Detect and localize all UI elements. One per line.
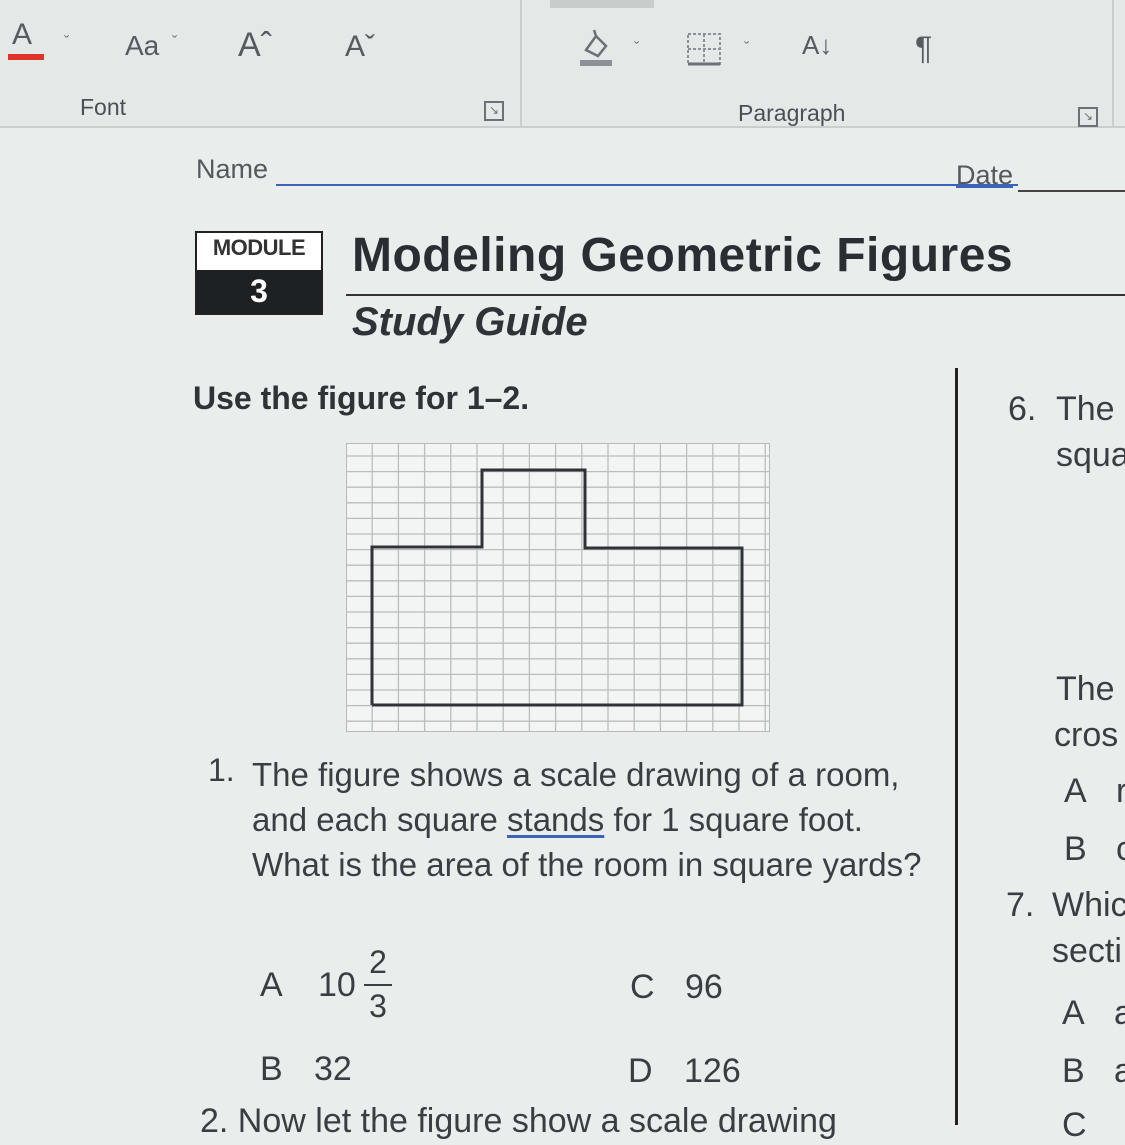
borders-dropdown-icon[interactable]: ˇ: [744, 40, 749, 58]
ribbon: A ˇ Aa ˇ Aˆ Aˇ Font ↘ ˇ ˇ A↓ ¶ Paragraph…: [0, 0, 1125, 128]
ribbon-separator: [520, 0, 522, 126]
option-b-value: 32: [314, 1050, 352, 1088]
title-rule: [346, 294, 1125, 296]
ribbon-separator: [1112, 0, 1114, 126]
date-label: Date: [956, 160, 1014, 190]
show-formatting-marks-icon[interactable]: ¶: [915, 30, 932, 67]
question-6-option-a: A: [1064, 772, 1087, 810]
question-7-text-line2: secti: [1052, 932, 1122, 970]
module-badge: MODULE 3: [195, 231, 323, 315]
shading-icon[interactable]: [578, 28, 614, 73]
question-6-text-line4: cros: [1054, 716, 1119, 754]
option-c-letter: C: [630, 968, 655, 1006]
room-scale-figure: [346, 443, 770, 732]
module-word: MODULE: [212, 235, 306, 260]
option-c-value: 96: [685, 968, 723, 1006]
question-7-number: 7.: [1006, 886, 1035, 924]
ribbon-tab-edge: [550, 0, 654, 8]
question-7-option-c: C: [1062, 1106, 1087, 1144]
option-b-letter: B: [260, 1050, 283, 1088]
borders-icon[interactable]: [686, 32, 722, 73]
question-6-text-line3: The: [1056, 670, 1115, 708]
column-divider: [955, 368, 958, 1125]
question-7-option-b: B: [1062, 1052, 1085, 1090]
change-case-dropdown-icon[interactable]: ˇ: [172, 34, 177, 52]
question-1-text: The figure shows a scale drawing of a ro…: [252, 752, 922, 887]
name-field-line[interactable]: [276, 184, 1018, 186]
sort-icon[interactable]: A↓: [802, 30, 832, 61]
font-dialog-launcher-icon[interactable]: ↘: [484, 101, 504, 121]
date-field-line[interactable]: [1018, 190, 1125, 192]
paragraph-group-label: Paragraph: [738, 100, 846, 126]
page-subtitle: Study Guide: [352, 300, 588, 344]
font-color-dropdown-icon[interactable]: ˇ: [64, 34, 69, 52]
question-6-number: 6.: [1008, 390, 1037, 428]
question-7-option-a-text: a: [1114, 994, 1125, 1032]
question-6-text-line2: squa: [1056, 436, 1125, 474]
font-color-icon[interactable]: A: [12, 18, 32, 52]
question-1-flagged-word[interactable]: stands: [507, 801, 604, 838]
option-a-whole: 10: [318, 966, 356, 1004]
question-7-text: Whic: [1052, 886, 1125, 924]
question-6-option-a-text: r: [1116, 772, 1125, 810]
question-2-text-cut: 2. Now let the figure show a scale drawi…: [200, 1102, 837, 1140]
module-number: 3: [197, 270, 321, 313]
option-a-fraction-bar: [364, 984, 392, 986]
question-1-number: 1.: [208, 752, 235, 788]
option-d-letter: D: [628, 1052, 653, 1090]
shading-dropdown-icon[interactable]: ˇ: [634, 40, 639, 58]
question-7-option-b-text: a: [1114, 1052, 1125, 1090]
page-title: Modeling Geometric Figures: [352, 229, 1014, 282]
shrink-font-button[interactable]: Aˇ: [345, 30, 375, 64]
change-case-button[interactable]: Aa: [125, 30, 159, 62]
figure-instruction: Use the figure for 1–2.: [193, 380, 530, 416]
grow-font-button[interactable]: Aˆ: [238, 26, 272, 65]
font-group-label: Font: [80, 94, 127, 120]
question-6-option-b-text: c: [1116, 830, 1125, 868]
question-7-option-a: A: [1062, 994, 1085, 1032]
option-a-denominator: 3: [369, 988, 387, 1024]
option-d-value: 126: [684, 1052, 741, 1090]
question-6-text: The: [1056, 390, 1115, 428]
name-label: Name: [196, 154, 269, 184]
option-a-numerator: 2: [369, 944, 387, 980]
font-color-swatch: [8, 54, 44, 60]
option-a-letter: A: [260, 966, 283, 1004]
question-6-option-b: B: [1064, 830, 1087, 868]
paragraph-dialog-launcher-icon[interactable]: ↘: [1078, 107, 1098, 127]
